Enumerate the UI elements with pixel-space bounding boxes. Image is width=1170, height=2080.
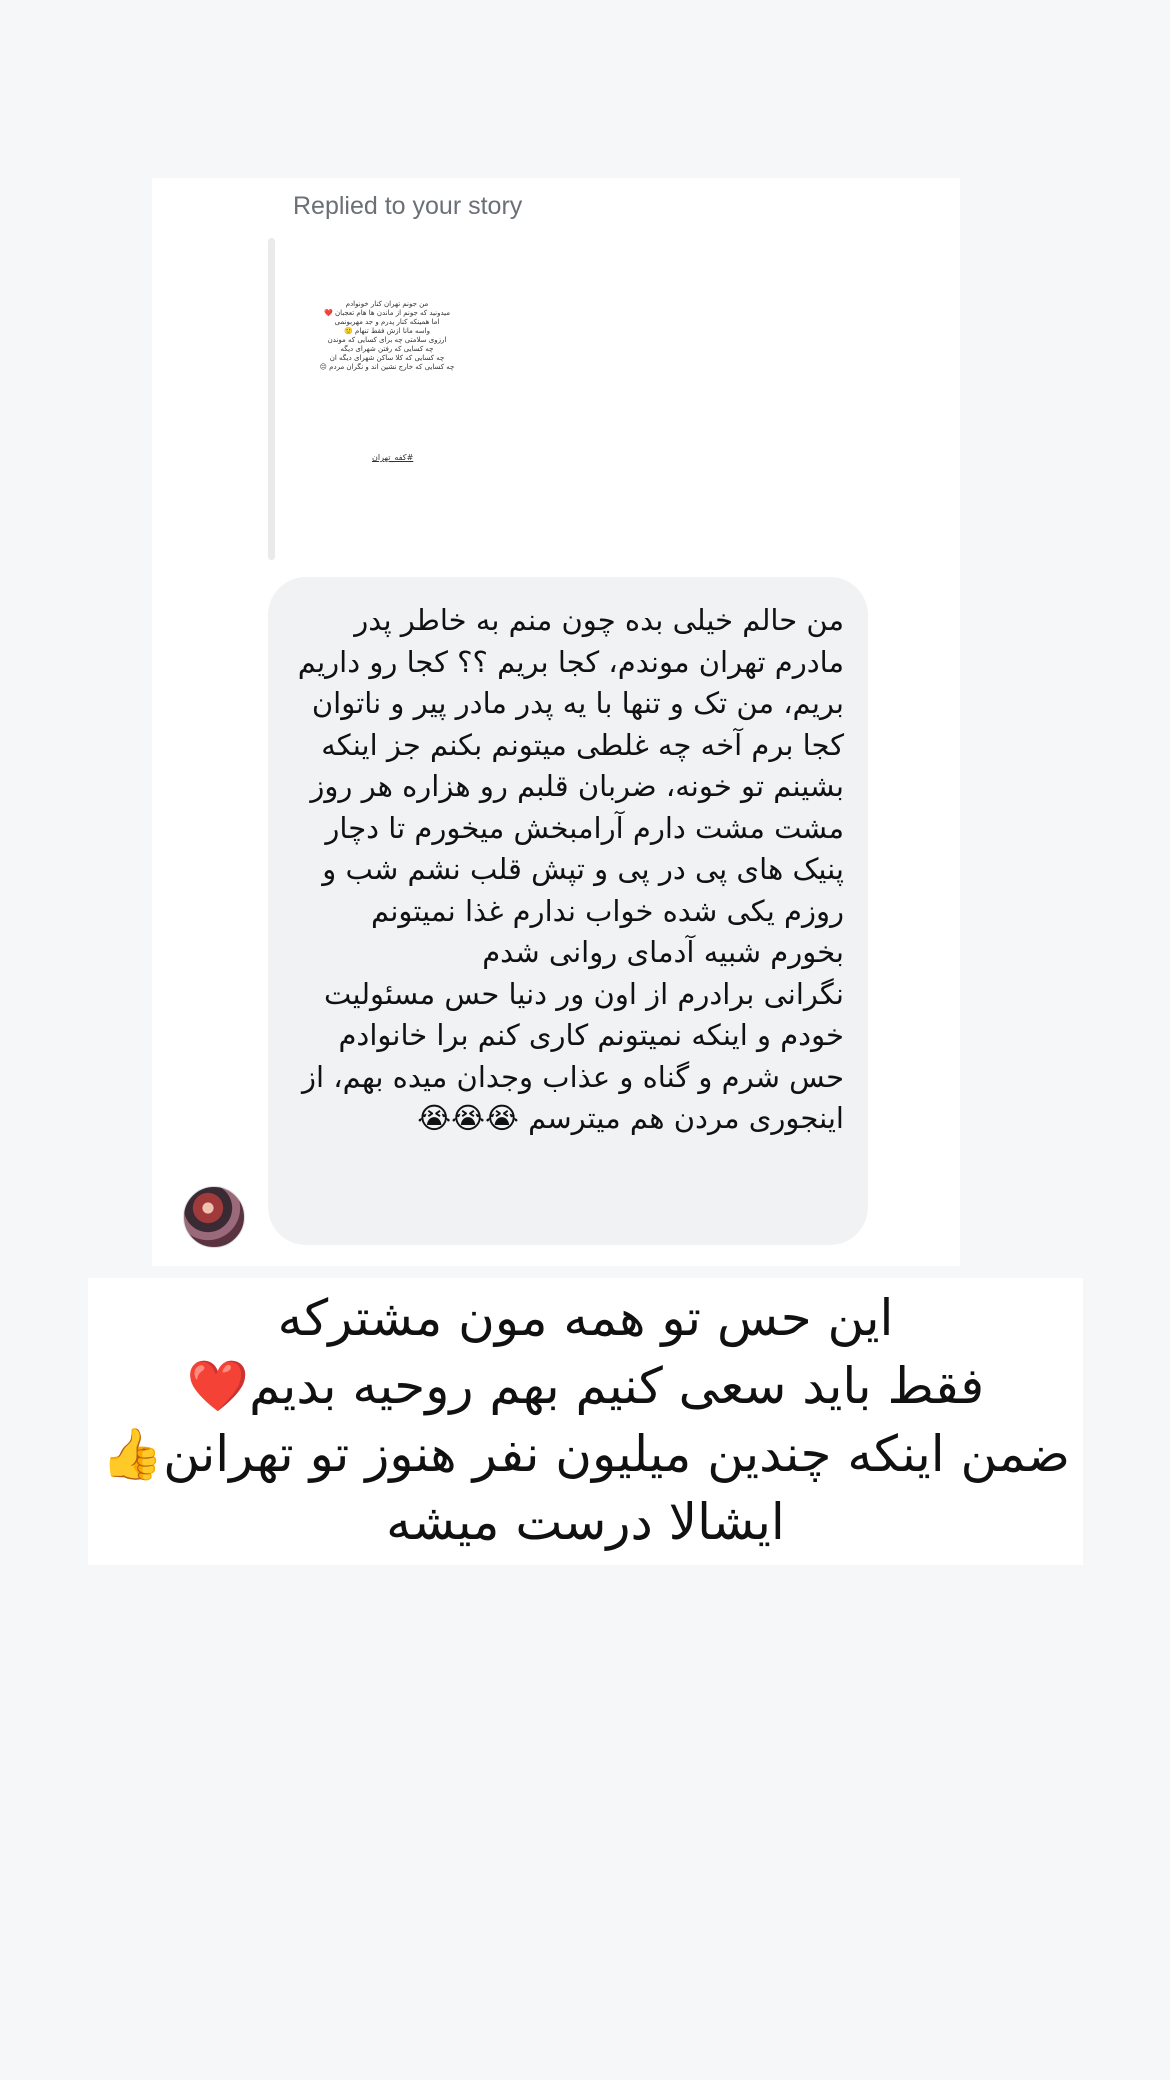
story-preview-thumbnail[interactable]: من جونم تهران کنار خونوادم میدونید که جو… [312,300,462,480]
story-preview-text: من جونم تهران کنار خونوادم میدونید که جو… [319,300,455,371]
story-reply-quote-bar [268,238,275,560]
message-bubble[interactable]: من حالم خیلی بده چون منم به خاطر پدر ماد… [268,577,868,1245]
story-preview-hashtag: #کفه_تهران [372,453,414,462]
story-caption-box: این حس تو همه مون مشترکه فقط باید سعی کن… [88,1278,1083,1565]
story-caption-text: این حس تو همه مون مشترکه فقط باید سعی کن… [101,1289,1070,1551]
sender-avatar[interactable] [183,1186,245,1248]
replied-to-story-label: Replied to your story [293,192,523,220]
message-text: من حالم خیلی بده چون منم به خاطر پدر ماد… [297,603,844,1135]
